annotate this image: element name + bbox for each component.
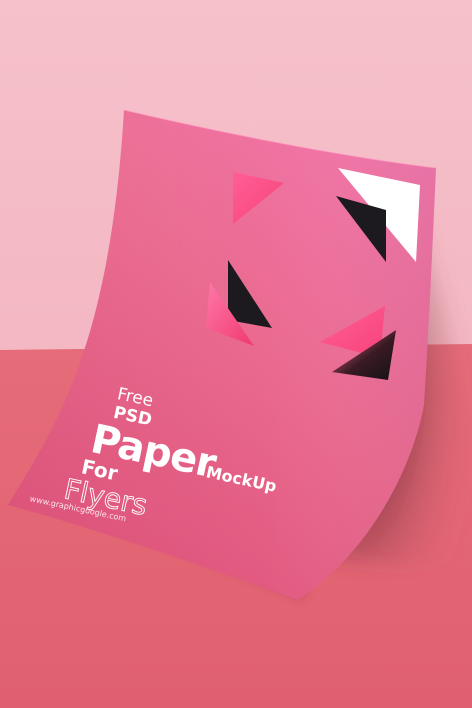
flyer-mockup-scene: Free PSD Paper MockUp For Flyers www.gra…: [0, 0, 472, 708]
